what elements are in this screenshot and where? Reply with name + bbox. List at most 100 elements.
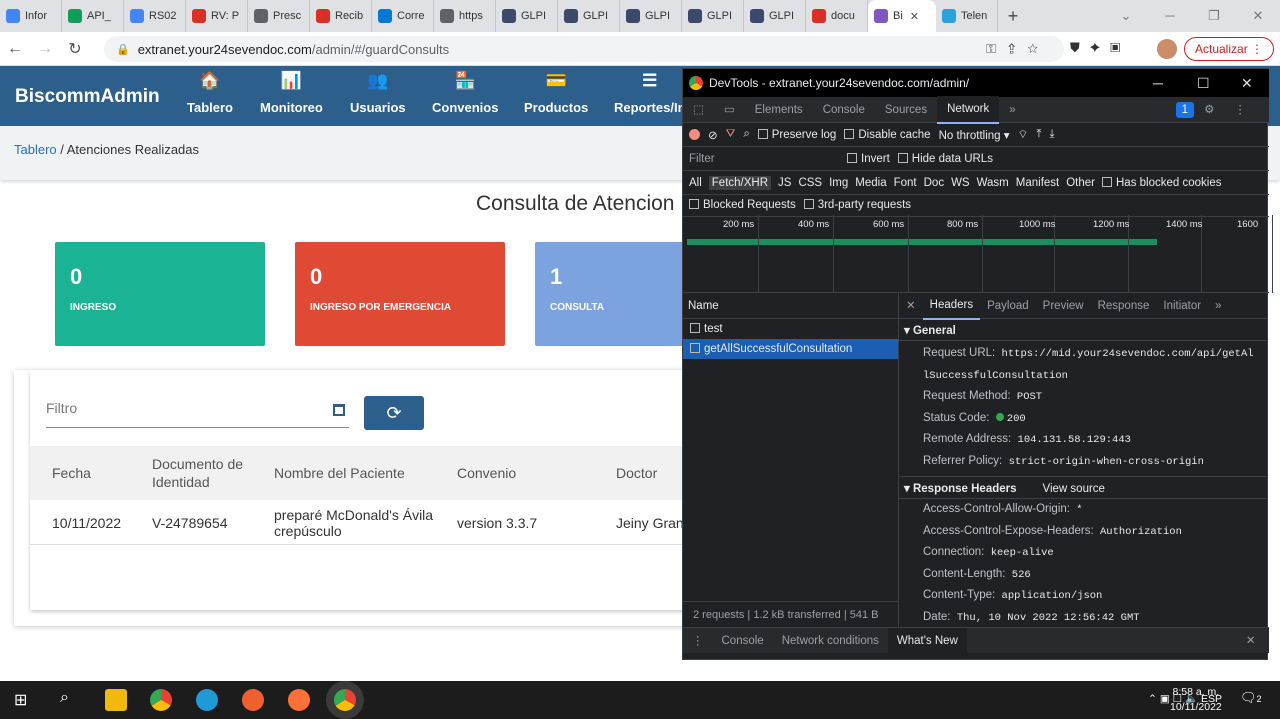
devtools-minimize-button[interactable]: ─ bbox=[1153, 69, 1163, 97]
details-tab-headers[interactable]: Headers bbox=[922, 293, 981, 320]
maximize-button[interactable]: ❐ bbox=[1192, 0, 1236, 32]
windows-start-icon[interactable]: ⊞ bbox=[14, 690, 27, 710]
details-tab-response[interactable]: Response bbox=[1091, 293, 1157, 319]
details-tab-initiator[interactable]: Initiator bbox=[1156, 293, 1208, 319]
preserve-log-checkbox[interactable]: Preserve log bbox=[757, 128, 836, 141]
omnibox-actions-icon[interactable]: ⚿⇪☆ bbox=[986, 41, 1050, 57]
search-icon[interactable]: ⌕ bbox=[60, 689, 69, 707]
type-filter-wasm[interactable]: Wasm bbox=[977, 177, 1009, 189]
drawer-menu-icon[interactable]: ⋮ bbox=[683, 628, 713, 654]
notifications-icon[interactable]: 🗨2 bbox=[1240, 690, 1262, 706]
drawer-tab-networkconditions[interactable]: Network conditions bbox=[773, 628, 888, 654]
devtools-tab-console[interactable]: Console bbox=[813, 97, 875, 123]
type-filter-doc[interactable]: Doc bbox=[924, 177, 944, 189]
browser-tab[interactable]: docu bbox=[806, 0, 868, 32]
table-row[interactable]: 10/11/2022 V-24789654 preparé McDonald's Á… bbox=[30, 500, 714, 545]
throttling-select[interactable]: No throttling ▾ bbox=[939, 128, 1010, 142]
type-filter-fetchxhr[interactable]: Fetch/XHR bbox=[708, 175, 772, 190]
browser-tab-active[interactable]: Bi ✕ bbox=[868, 0, 936, 32]
browser-tab[interactable]: Infor bbox=[0, 0, 62, 32]
file-explorer-icon[interactable] bbox=[105, 689, 127, 711]
new-tab-button[interactable]: + bbox=[998, 6, 1028, 27]
close-details-icon[interactable]: ✕ bbox=[899, 293, 923, 319]
devtools-close-button[interactable]: ✕ bbox=[1241, 69, 1253, 97]
record-icon[interactable] bbox=[689, 129, 700, 140]
firefox-icon[interactable] bbox=[288, 689, 310, 711]
extensions-icon[interactable]: ⛊✦▣ bbox=[1070, 40, 1130, 56]
more-details-tabs-icon[interactable]: » bbox=[1208, 293, 1228, 319]
clear-icon[interactable]: ⊘ bbox=[708, 128, 718, 142]
issues-badge[interactable]: 1 bbox=[1175, 101, 1195, 118]
request-row[interactable]: getAllSuccessfulConsultation bbox=[683, 339, 898, 359]
refresh-button[interactable]: ⟳ bbox=[364, 396, 424, 430]
inspect-icon[interactable]: ⬚ bbox=[683, 97, 714, 123]
close-drawer-icon[interactable]: ✕ bbox=[1237, 628, 1265, 654]
general-section[interactable]: ▾ General bbox=[899, 319, 1267, 341]
browser-tab[interactable]: Corre bbox=[372, 0, 434, 32]
has-blocked-cookies-checkbox[interactable]: Has blocked cookies bbox=[1102, 176, 1221, 189]
type-filter-ws[interactable]: WS bbox=[951, 177, 970, 189]
network-timeline[interactable]: 200 ms 400 ms 600 ms 800 ms 1000 ms 1200 ms 14… bbox=[683, 215, 1273, 293]
clock[interactable]: 8:58 a. m. 10/11/2022 bbox=[1170, 685, 1222, 715]
name-column-header[interactable]: Name bbox=[683, 293, 898, 319]
hide-data-urls-checkbox[interactable]: Hide data URLs bbox=[897, 152, 993, 165]
breadcrumb-link-tablero[interactable]: Tablero bbox=[14, 142, 57, 157]
minimize-button[interactable]: ─ bbox=[1148, 0, 1192, 32]
table-column-header[interactable]: Convenio bbox=[457, 446, 607, 500]
browser-tab[interactable]: GLPI bbox=[496, 0, 558, 32]
type-filter-other[interactable]: Other bbox=[1066, 177, 1095, 189]
browser-tab[interactable]: Telen bbox=[936, 0, 998, 32]
browser-tab[interactable]: GLPI bbox=[682, 0, 744, 32]
avatar[interactable] bbox=[1157, 39, 1177, 59]
browser-tab[interactable]: RS02 bbox=[124, 0, 186, 32]
browser-tab[interactable]: GLPI bbox=[558, 0, 620, 32]
devtools-tab-sources[interactable]: Sources bbox=[875, 97, 937, 123]
browser-tab[interactable]: GLPI bbox=[744, 0, 806, 32]
tab-search-icon[interactable]: ⌄ bbox=[1104, 0, 1148, 32]
nav-item-productos[interactable]: 💳 Productos bbox=[524, 70, 588, 115]
filter-field[interactable]: Filtro bbox=[46, 400, 349, 428]
device-toolbar-icon[interactable]: ▭ bbox=[714, 97, 745, 123]
drawer-tab-whatsnew[interactable]: What's New bbox=[887, 627, 967, 654]
type-filter-font[interactable]: Font bbox=[894, 177, 917, 189]
import-icon[interactable]: ⤒ bbox=[1036, 128, 1041, 141]
nav-item-tablero[interactable]: 🏠 Tablero bbox=[187, 70, 233, 115]
browser-tab[interactable]: Recib bbox=[310, 0, 372, 32]
search-icon[interactable]: ⌕ bbox=[743, 128, 749, 141]
devtools-maximize-button[interactable]: ☐ bbox=[1197, 69, 1210, 97]
close-button[interactable]: ✕ bbox=[1236, 0, 1280, 32]
type-filter-css[interactable]: CSS bbox=[798, 177, 822, 189]
settings-icon[interactable]: ⚙ bbox=[1194, 97, 1224, 123]
export-icon[interactable]: ⤓ bbox=[1049, 128, 1054, 141]
invert-checkbox[interactable]: Invert bbox=[847, 152, 890, 165]
browser-tab[interactable]: https bbox=[434, 0, 496, 32]
type-filter-all[interactable]: All bbox=[689, 177, 702, 189]
disable-cache-checkbox[interactable]: Disable cache bbox=[844, 128, 931, 141]
browser-tab[interactable]: Presc bbox=[248, 0, 310, 32]
browser-tab[interactable]: GLPI bbox=[620, 0, 682, 32]
type-filter-manifest[interactable]: Manifest bbox=[1016, 177, 1059, 189]
nav-item-monitoreo[interactable]: 📊 Monitoreo bbox=[260, 70, 323, 115]
table-column-header[interactable]: Nombre del Paciente bbox=[274, 446, 454, 500]
close-tab-icon[interactable]: ✕ bbox=[910, 10, 919, 23]
chrome-taskbar-icon[interactable] bbox=[150, 689, 172, 711]
edge-icon[interactable] bbox=[196, 689, 218, 711]
devtools-tab-elements[interactable]: Elements bbox=[745, 97, 813, 123]
forward-icon[interactable]: → bbox=[30, 40, 60, 58]
nav-item-usuarios[interactable]: 👥 Usuarios bbox=[350, 70, 406, 115]
brand-title[interactable]: BiscommAdmin bbox=[15, 86, 160, 108]
nav-item-convenios[interactable]: 🏪 Convenios bbox=[432, 70, 498, 115]
browser-tab[interactable]: RV: P bbox=[186, 0, 248, 32]
network-conditions-icon[interactable]: ⌔ bbox=[1018, 127, 1029, 142]
network-filter-input[interactable]: Filter bbox=[689, 152, 839, 165]
type-filter-img[interactable]: Img bbox=[829, 177, 848, 189]
filter-icon[interactable]: ⛛ bbox=[726, 128, 736, 141]
response-headers-section[interactable]: ▾ Response Headers View source bbox=[899, 477, 1267, 499]
chrome-active-icon[interactable] bbox=[334, 689, 356, 711]
third-party-checkbox[interactable]: 3rd-party requests bbox=[803, 198, 911, 211]
postman-icon[interactable] bbox=[242, 689, 264, 711]
back-icon[interactable]: ← bbox=[0, 40, 30, 58]
devtools-tab-network[interactable]: Network bbox=[937, 95, 1000, 124]
table-column-header[interactable]: Fecha bbox=[52, 446, 152, 500]
view-source-link[interactable]: View source bbox=[1043, 483, 1105, 495]
